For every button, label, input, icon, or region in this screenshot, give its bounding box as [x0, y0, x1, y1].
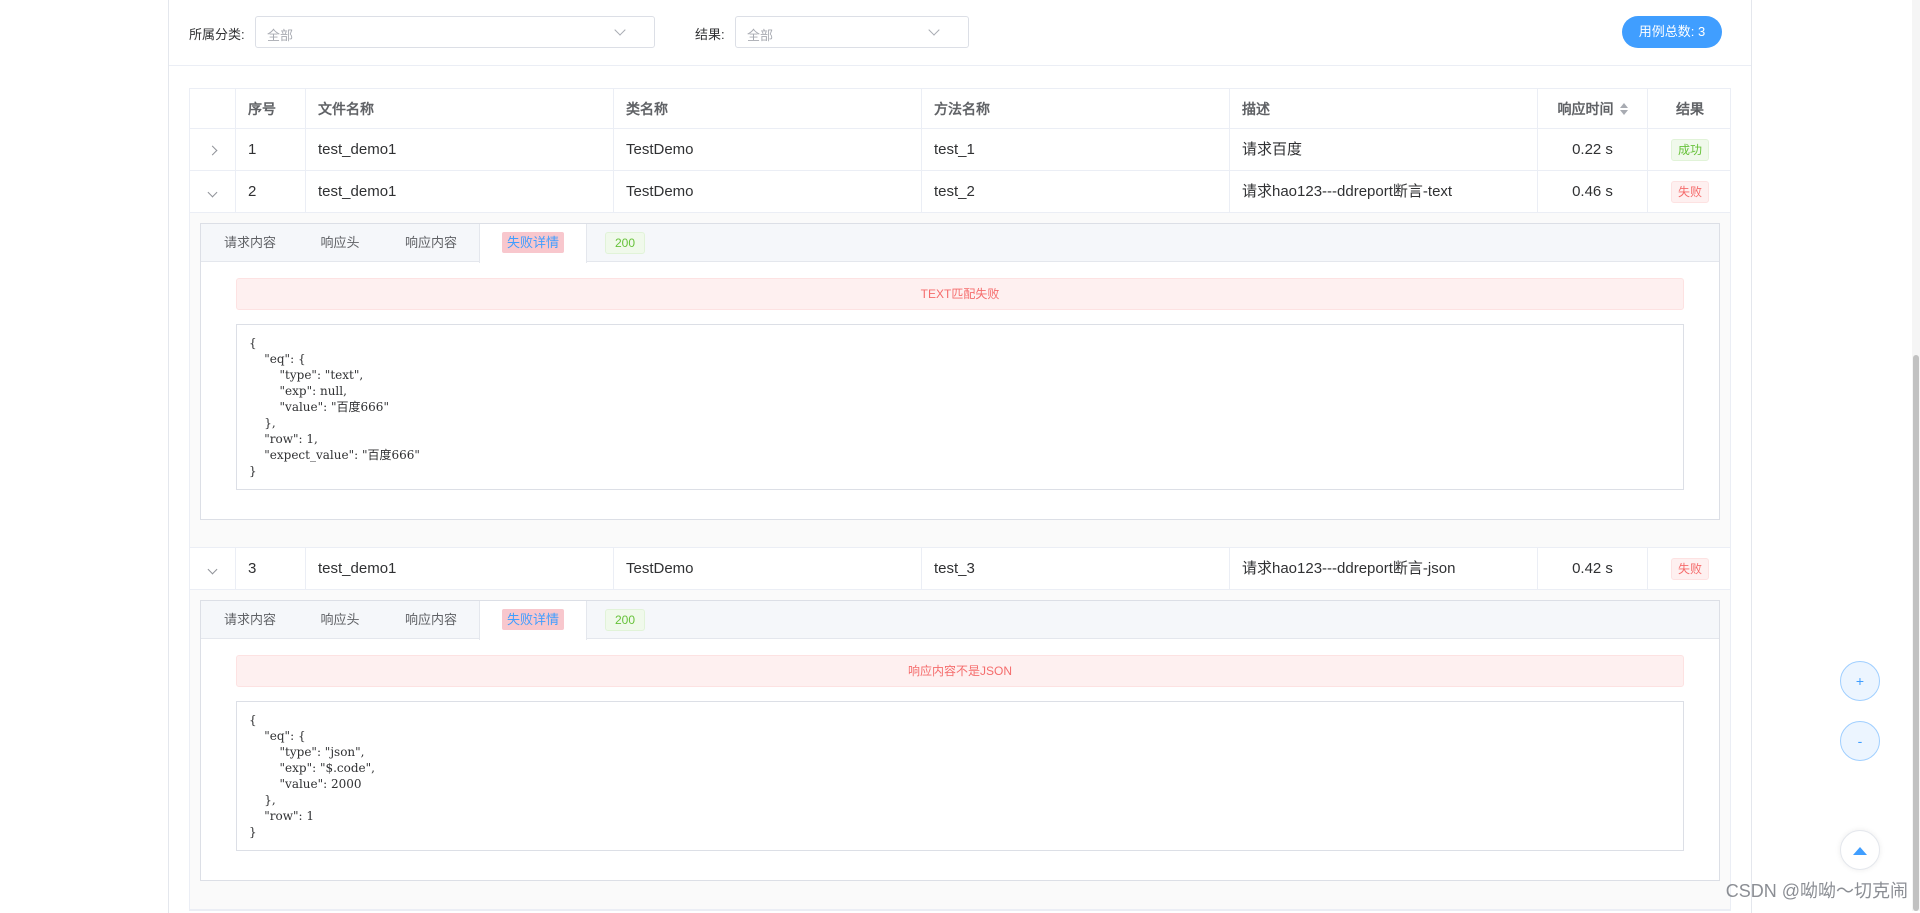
category-label: 所属分类: [189, 24, 245, 43]
status-badge: 失败 [1671, 558, 1709, 580]
sort-icon[interactable] [1620, 103, 1628, 115]
row-detail: 请求内容 响应头 响应内容 失败详情 200 TEXT匹配失败 { "eq": … [190, 213, 1730, 548]
tab-response-content[interactable]: 响应内容 [381, 601, 481, 639]
row-index: 1 [236, 129, 306, 170]
tab-response-content[interactable]: 响应内容 [381, 224, 481, 262]
failure-json: { "eq": { "type": "json", "exp": "$.code… [236, 701, 1684, 851]
caret-up-icon [1853, 847, 1867, 855]
tab-request-content[interactable]: 请求内容 [201, 601, 299, 639]
chevron-right-icon [208, 146, 218, 156]
back-to-top-button[interactable] [1840, 830, 1880, 870]
zoom-in-button[interactable]: + [1840, 661, 1880, 701]
tab-failure-details-label: 失败详情 [502, 232, 564, 253]
table-row[interactable]: 3 test_demo1 TestDemo test_3 请求hao123---… [190, 548, 1730, 590]
category-select-value: 全部 [267, 25, 293, 44]
chevron-down-icon [208, 565, 218, 575]
row-index: 2 [236, 171, 306, 212]
filter-bar: 所属分类: 全部 结果: 全部 用例总数: 3 [169, 0, 1751, 66]
row-method: test_1 [922, 129, 1230, 170]
expand-toggle[interactable] [190, 548, 236, 589]
scrollbar-thumb[interactable] [1913, 355, 1919, 911]
tab-request-content[interactable]: 请求内容 [201, 224, 299, 262]
row-result: 失败 [1648, 171, 1732, 212]
row-method: test_2 [922, 171, 1230, 212]
header-result: 结果 [1648, 89, 1732, 128]
row-response-time: 0.42 s [1538, 548, 1648, 589]
row-response-time: 0.46 s [1538, 171, 1648, 212]
error-alert: TEXT匹配失败 [236, 278, 1684, 310]
row-result: 失败 [1648, 548, 1732, 589]
page-scrollbar[interactable] [1912, 0, 1920, 911]
chevron-down-icon [208, 188, 218, 198]
detail-tabs-panel: 请求内容 响应头 响应内容 失败详情 200 TEXT匹配失败 { "eq": … [200, 223, 1720, 520]
table-row[interactable]: 2 test_demo1 TestDemo test_2 请求hao123---… [190, 171, 1730, 213]
header-file: 文件名称 [306, 89, 614, 128]
row-detail: 请求内容 响应头 响应内容 失败详情 200 响应内容不是JSON { "eq"… [190, 590, 1730, 910]
row-index: 3 [236, 548, 306, 589]
header-response-time[interactable]: 响应时间 [1538, 89, 1648, 128]
table-header: 序号 文件名称 类名称 方法名称 描述 响应时间 结果 [190, 89, 1730, 129]
status-code-badge: 200 [605, 232, 645, 254]
detail-tabs: 请求内容 响应头 响应内容 失败详情 200 [201, 224, 1719, 262]
failure-json: { "eq": { "type": "text", "exp": null, "… [236, 324, 1684, 490]
row-file: test_demo1 [306, 548, 614, 589]
row-class: TestDemo [614, 171, 922, 212]
results-table: 序号 文件名称 类名称 方法名称 描述 响应时间 结果 1 test_demo1… [189, 88, 1731, 911]
row-file: test_demo1 [306, 129, 614, 170]
tab-failure-details[interactable]: 失败详情 [479, 224, 587, 263]
status-code-badge: 200 [605, 609, 645, 631]
report-panel: 所属分类: 全部 结果: 全部 用例总数: 3 序号 文件名称 类名称 方法名称… [168, 0, 1752, 913]
error-alert: 响应内容不是JSON [236, 655, 1684, 687]
row-method: test_3 [922, 548, 1230, 589]
row-description: 请求hao123---ddreport断言-json [1230, 548, 1538, 589]
watermark: CSDN @呦呦～切克闹 [1726, 877, 1908, 903]
result-label: 结果: [695, 24, 725, 43]
row-class: TestDemo [614, 548, 922, 589]
status-badge: 失败 [1671, 181, 1709, 203]
row-description: 请求hao123---ddreport断言-text [1230, 171, 1538, 212]
tab-response-headers[interactable]: 响应头 [299, 601, 381, 639]
expand-toggle[interactable] [190, 171, 236, 212]
total-cases-button[interactable]: 用例总数: 3 [1622, 16, 1722, 48]
result-select[interactable]: 全部 [735, 16, 969, 48]
result-select-value: 全部 [747, 25, 773, 44]
header-index: 序号 [236, 89, 306, 128]
row-class: TestDemo [614, 129, 922, 170]
row-file: test_demo1 [306, 171, 614, 212]
tab-failure-details-label: 失败详情 [502, 609, 564, 630]
row-description: 请求百度 [1230, 129, 1538, 170]
row-result: 成功 [1648, 129, 1732, 170]
category-select[interactable]: 全部 [255, 16, 655, 48]
table-row[interactable]: 1 test_demo1 TestDemo test_1 请求百度 0.22 s… [190, 129, 1730, 171]
header-description: 描述 [1230, 89, 1538, 128]
chevron-down-icon [614, 24, 625, 35]
detail-tabs-panel: 请求内容 响应头 响应内容 失败详情 200 响应内容不是JSON { "eq"… [200, 600, 1720, 881]
header-method: 方法名称 [922, 89, 1230, 128]
header-response-time-label: 响应时间 [1558, 101, 1614, 117]
chevron-down-icon [928, 24, 939, 35]
detail-tabs: 请求内容 响应头 响应内容 失败详情 200 [201, 601, 1719, 639]
header-class: 类名称 [614, 89, 922, 128]
expand-toggle[interactable] [190, 129, 236, 170]
header-expand [190, 89, 236, 128]
tab-failure-details[interactable]: 失败详情 [479, 601, 587, 640]
status-badge: 成功 [1671, 139, 1709, 161]
row-response-time: 0.22 s [1538, 129, 1648, 170]
tab-response-headers[interactable]: 响应头 [299, 224, 381, 262]
zoom-out-button[interactable]: - [1840, 721, 1880, 761]
